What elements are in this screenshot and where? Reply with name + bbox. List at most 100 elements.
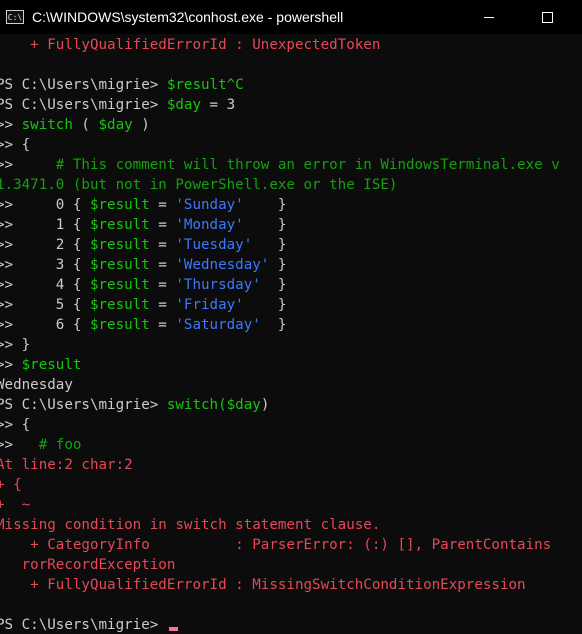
- terminal-text: 'Wednesday': [175, 257, 270, 273]
- terminal-line: PS C:\Users\migrie> $result^C: [0, 75, 244, 95]
- minimize-button[interactable]: [466, 0, 512, 34]
- terminal-text: >> 1 {: [0, 217, 90, 233]
- terminal-text: $result: [89, 277, 150, 293]
- terminal-text: =: [149, 297, 176, 313]
- terminal-text: switch: [21, 117, 73, 133]
- terminal-text: $day: [166, 97, 202, 113]
- terminal-text: + CategoryInfo : ParserError: (:) [], Pa…: [0, 537, 552, 553]
- terminal-text: $result: [89, 237, 150, 253]
- terminal-line: + FullyQualifiedErrorId : MissingSwitchC…: [0, 575, 526, 595]
- terminal-line: PS C:\Users\migrie> switch($day): [0, 395, 269, 415]
- maximize-icon: [541, 11, 553, 23]
- terminal-line: >> 3 { $result = 'Wednesday' }: [0, 255, 286, 275]
- terminal-text: PS C:\Users\migrie>: [0, 97, 167, 113]
- terminal-text: 'Monday': [175, 217, 244, 233]
- terminal-text: =: [149, 257, 176, 273]
- terminal-text: 'Sunday': [175, 197, 244, 213]
- terminal-output[interactable]: + FullyQualifiedErrorId : UnexpectedToke…: [0, 34, 582, 634]
- terminal-text: # foo: [38, 437, 82, 453]
- terminal-text: }: [269, 257, 287, 273]
- terminal-text: ): [132, 117, 150, 133]
- terminal-text: >>: [0, 437, 39, 453]
- terminal-text: >>: [0, 357, 14, 373]
- terminal-text: >> 5 {: [0, 297, 90, 313]
- terminal-line: >> {: [0, 415, 30, 435]
- terminal-text: 'Friday': [175, 297, 244, 313]
- terminal-line: >> 5 { $result = 'Friday' }: [0, 295, 286, 315]
- terminal-line: PS C:\Users\migrie>: [0, 615, 178, 634]
- terminal-line: >> switch ( $day ): [0, 115, 150, 135]
- terminal-line: rorRecordException: [0, 555, 176, 575]
- terminal-text: >>: [0, 117, 14, 133]
- terminal-text: =: [149, 277, 176, 293]
- terminal-text: Missing condition in switch statement cl…: [0, 517, 381, 533]
- terminal-text: $result: [89, 197, 150, 213]
- terminal-line: + {: [0, 475, 22, 495]
- terminal-text: # This comment will throw an error in Wi…: [55, 157, 560, 173]
- terminal-text: rorRecordException: [0, 557, 176, 573]
- terminal-line: >> # This comment will throw an error in…: [0, 155, 560, 175]
- terminal-text: 'Thursday': [175, 277, 261, 293]
- terminal-text: = 3: [201, 97, 236, 113]
- terminal-text: + FullyQualifiedErrorId : UnexpectedToke…: [0, 37, 381, 53]
- terminal-text: $day: [98, 117, 133, 133]
- terminal-text: 'Saturday': [175, 317, 261, 333]
- terminal-text: Wednesday: [0, 377, 73, 393]
- text-cursor: [168, 627, 178, 631]
- terminal-line: >> $result: [0, 355, 81, 375]
- terminal-line: >> 0 { $result = 'Sunday' }: [0, 195, 286, 215]
- terminal-text: >> 6 {: [0, 317, 90, 333]
- minimize-icon: [484, 16, 494, 18]
- terminal-line: Missing condition in switch statement cl…: [0, 515, 380, 535]
- terminal-text: At line:2 char:2: [0, 457, 133, 473]
- window-title: C:\WINDOWS\system32\conhost.exe - powers…: [32, 9, 344, 25]
- terminal-text: ): [260, 397, 270, 413]
- terminal-text: =: [149, 317, 176, 333]
- terminal-text: $result^C: [166, 77, 244, 93]
- terminal-text: >> 0 {: [0, 197, 90, 213]
- terminal-text: }: [243, 297, 287, 313]
- terminal-line: >> 4 { $result = 'Thursday' }: [0, 275, 286, 295]
- terminal-line: >> }: [0, 335, 30, 355]
- terminal-text: + FullyQualifiedErrorId : MissingSwitchC…: [0, 577, 526, 593]
- terminal-text: >> 4 {: [0, 277, 90, 293]
- terminal-text: =: [149, 217, 176, 233]
- terminal-text: 'Tuesday': [175, 237, 253, 253]
- terminal-line: >> 1 { $result = 'Monday' }: [0, 215, 286, 235]
- terminal-text: $result: [89, 297, 150, 313]
- terminal-text: }: [260, 277, 287, 293]
- terminal-text: >>: [0, 157, 56, 173]
- terminal-text: >> 3 {: [0, 257, 90, 273]
- maximize-button[interactable]: [524, 0, 570, 34]
- terminal-line: >> # foo: [0, 435, 81, 455]
- terminal-text: switch(: [166, 397, 227, 413]
- window-titlebar[interactable]: C:\ C:\WINDOWS\system32\conhost.exe - po…: [0, 0, 582, 34]
- terminal-line: Wednesday: [0, 375, 73, 395]
- terminal-text: }: [243, 197, 287, 213]
- terminal-text: + ~: [0, 497, 31, 513]
- terminal-text: }: [243, 217, 287, 233]
- terminal-line: + ~: [0, 495, 30, 515]
- terminal-text: $result: [21, 357, 82, 373]
- terminal-text: 1.3471.0 (but not in PowerShell.exe or t…: [0, 177, 398, 193]
- terminal-text: >> 2 {: [0, 237, 90, 253]
- terminal-text: }: [260, 317, 287, 333]
- console-app-icon[interactable]: C:\: [6, 10, 24, 24]
- terminal-line: >> 2 { $result = 'Tuesday' }: [0, 235, 286, 255]
- terminal-text: $result: [89, 317, 150, 333]
- terminal-line: 1.3471.0 (but not in PowerShell.exe or t…: [0, 175, 397, 195]
- terminal-line: + CategoryInfo : ParserError: (:) [], Pa…: [0, 535, 551, 555]
- terminal-line: At line:2 char:2: [0, 455, 133, 475]
- terminal-text: }: [252, 237, 287, 253]
- terminal-line: >> {: [0, 135, 30, 155]
- terminal-text: =: [149, 237, 176, 253]
- terminal-text: >> }: [0, 337, 31, 353]
- terminal-text: (: [72, 117, 99, 133]
- terminal-text: $result: [89, 257, 150, 273]
- terminal-text: + {: [0, 477, 22, 493]
- terminal-text: PS C:\Users\migrie>: [0, 397, 167, 413]
- terminal-line: + FullyQualifiedErrorId : UnexpectedToke…: [0, 35, 380, 55]
- terminal-text: =: [149, 197, 176, 213]
- terminal-text: $day: [226, 397, 261, 413]
- terminal-line: >> 6 { $result = 'Saturday' }: [0, 315, 286, 335]
